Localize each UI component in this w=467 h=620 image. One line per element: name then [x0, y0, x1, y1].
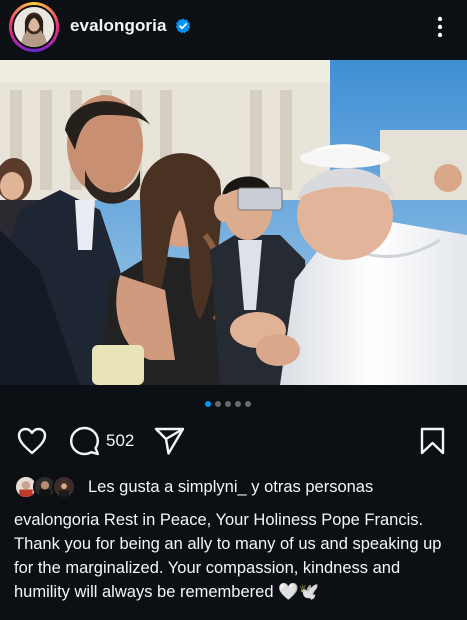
post-actions: 502	[0, 385, 467, 480]
carousel-dot	[245, 401, 251, 407]
carousel-dot-active	[205, 401, 211, 407]
bookmark-icon[interactable]	[420, 427, 445, 455]
comment-icon[interactable]	[69, 426, 100, 456]
carousel-dot	[225, 401, 231, 407]
story-ring[interactable]	[9, 2, 59, 52]
post-header: evalongoria	[0, 0, 467, 60]
caption: evalongoria Rest in Peace, Your Holiness…	[0, 502, 467, 620]
caption-username[interactable]: evalongoria	[14, 511, 99, 529]
carousel-dot	[235, 401, 241, 407]
avatar[interactable]	[12, 5, 56, 49]
post-image	[0, 60, 467, 385]
likes-text[interactable]: Les gusta a simplyni_ y otras personas	[88, 478, 373, 497]
carousel-dot	[215, 401, 221, 407]
username[interactable]: evalongoria	[70, 16, 167, 36]
carousel-indicator	[205, 401, 251, 409]
verified-badge-icon	[175, 18, 191, 34]
share-icon[interactable]	[154, 427, 185, 455]
post-photo[interactable]	[0, 60, 467, 385]
comment-count[interactable]: 502	[106, 431, 134, 451]
liker-avatars	[14, 475, 78, 501]
likes-row[interactable]: Les gusta a simplyni_ y otras personas	[0, 470, 467, 502]
more-options-icon[interactable]	[432, 14, 448, 40]
liker-avatar	[52, 475, 76, 499]
heart-icon[interactable]	[17, 427, 47, 455]
